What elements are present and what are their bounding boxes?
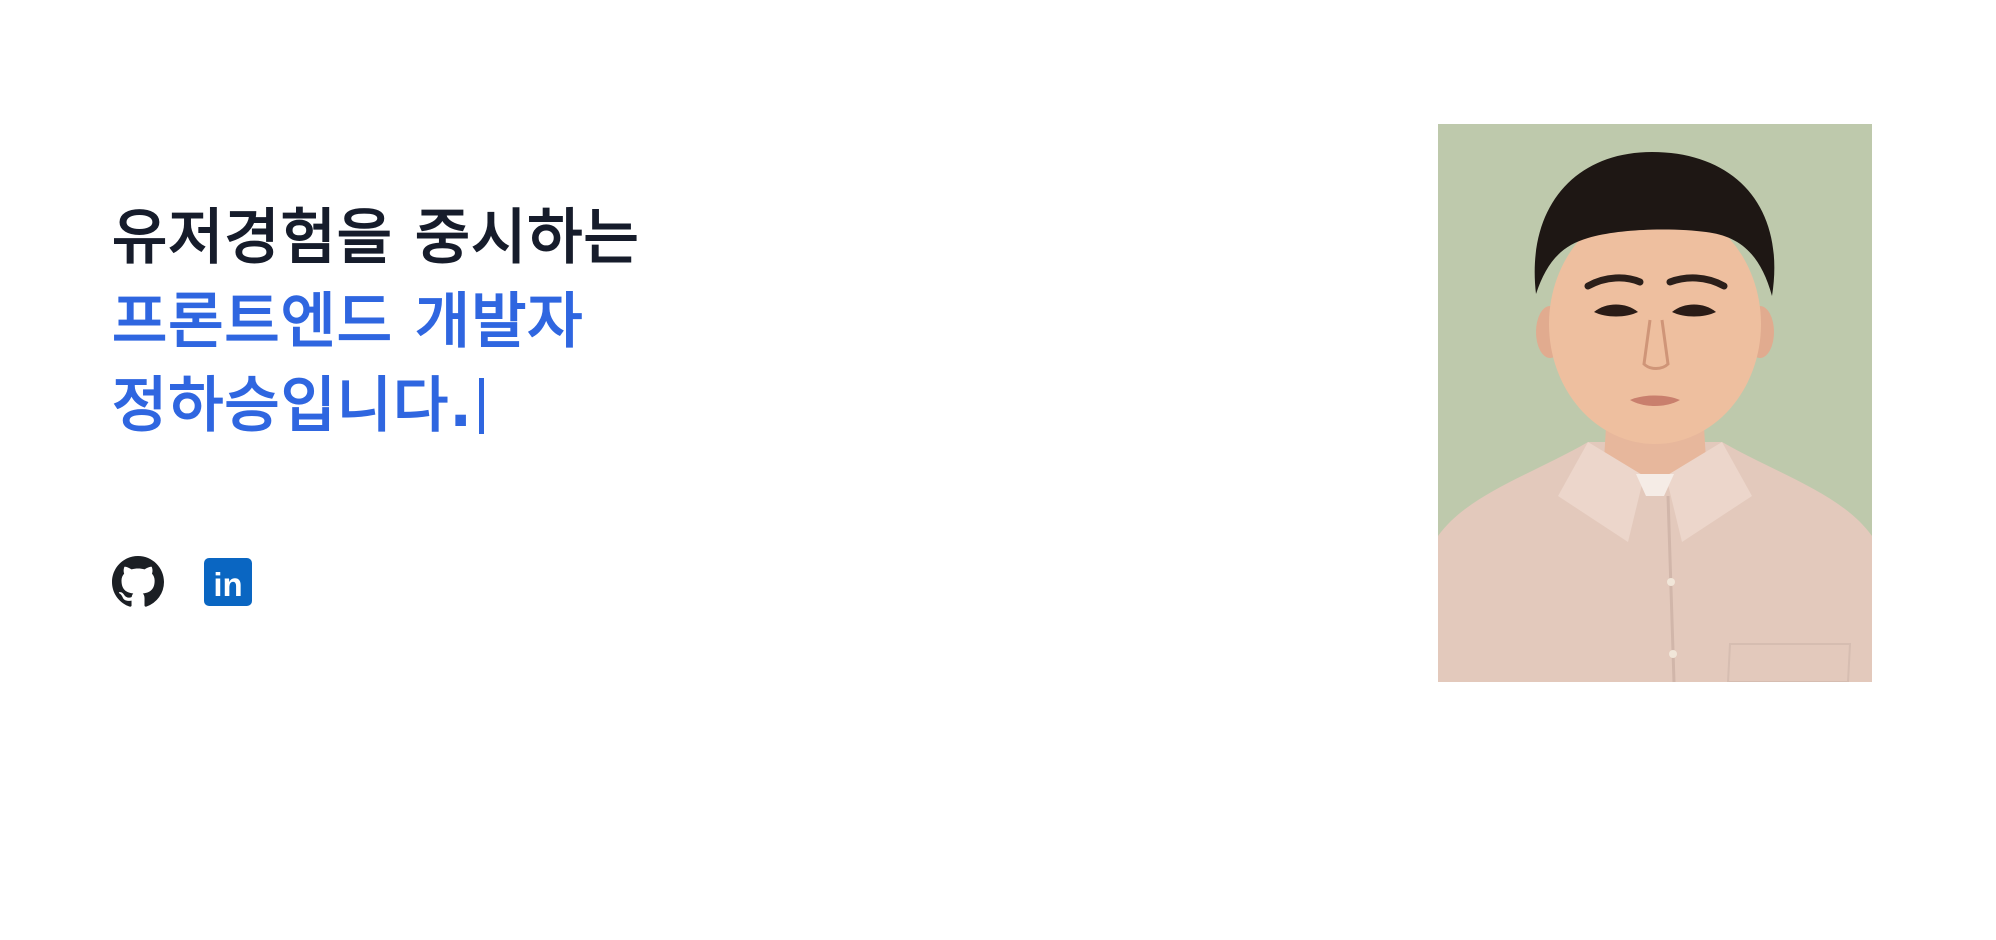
- headline-line-3-text: 정하승입니다.: [112, 371, 473, 441]
- typing-cursor: [479, 378, 484, 434]
- intro: 유저경험을 중시하는 프론트엔드 개발자 정하승입니다.: [112, 196, 1012, 448]
- linkedin-link[interactable]: in: [202, 556, 254, 608]
- hero-section: 유저경험을 중시하는 프론트엔드 개발자 정하승입니다. in: [0, 0, 1996, 940]
- github-icon: [112, 556, 164, 607]
- linkedin-icon: in: [204, 558, 252, 606]
- linkedin-icon-text: in: [213, 566, 242, 603]
- github-link[interactable]: [112, 556, 164, 608]
- social-links: in: [112, 556, 254, 608]
- headline-line-3: 정하승입니다.: [112, 364, 1012, 448]
- portrait-illustration: [1438, 124, 1872, 682]
- headline-line-2: 프론트엔드 개발자: [112, 287, 584, 357]
- headline: 유저경험을 중시하는 프론트엔드 개발자 정하승입니다.: [112, 196, 1012, 448]
- profile-photo: [1438, 124, 1872, 682]
- headline-line-1: 유저경험을 중시하는: [112, 203, 640, 273]
